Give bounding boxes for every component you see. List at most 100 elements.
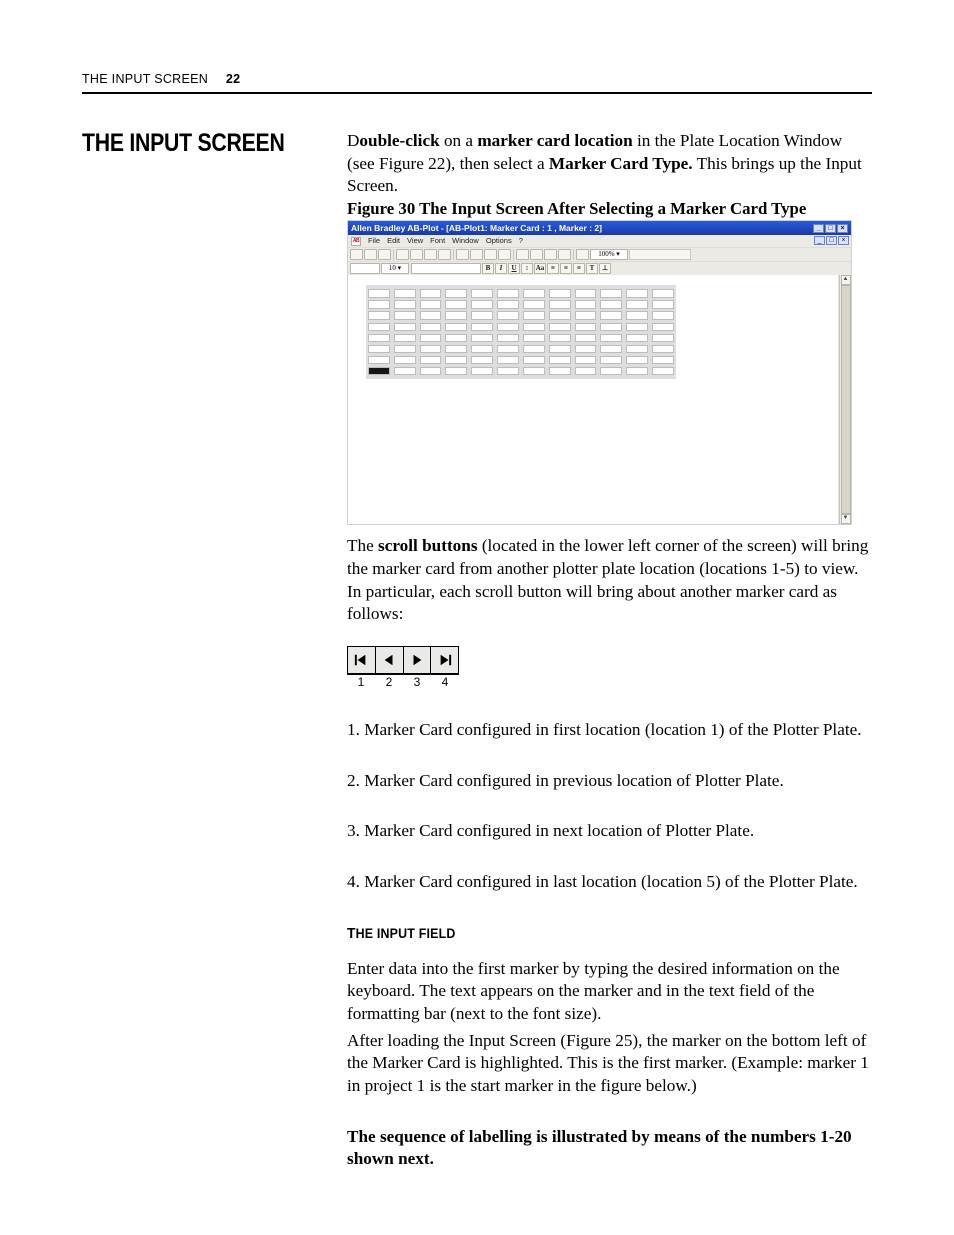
- marker-cell[interactable]: [497, 367, 519, 375]
- marker-cell[interactable]: [497, 300, 519, 308]
- marker-cell[interactable]: [471, 345, 493, 353]
- menu-options[interactable]: Options: [486, 236, 512, 246]
- toolbar-icon[interactable]: [364, 249, 377, 260]
- vertical-scrollbar[interactable]: ▲ ▼: [839, 275, 851, 524]
- marker-cell[interactable]: [652, 367, 674, 375]
- marker-cell[interactable]: [445, 356, 467, 364]
- marker-cell[interactable]: [445, 323, 467, 331]
- child-close-button[interactable]: ×: [838, 236, 849, 245]
- marker-cell[interactable]: [626, 323, 648, 331]
- marker-cell[interactable]: [394, 334, 416, 342]
- marker-cell[interactable]: [445, 334, 467, 342]
- minimize-button[interactable]: _: [813, 224, 824, 233]
- marker-cell[interactable]: [445, 345, 467, 353]
- marker-cell[interactable]: [600, 345, 622, 353]
- marker-cell[interactable]: [368, 300, 390, 308]
- marker-cell[interactable]: [368, 356, 390, 364]
- marker-cell[interactable]: [394, 323, 416, 331]
- marker-cell[interactable]: [575, 356, 597, 364]
- marker-cell[interactable]: [471, 334, 493, 342]
- marker-cell[interactable]: [523, 323, 545, 331]
- marker-cell[interactable]: [471, 300, 493, 308]
- marker-cell[interactable]: [394, 300, 416, 308]
- format-button[interactable]: T: [586, 263, 598, 274]
- marker-cell[interactable]: [523, 345, 545, 353]
- marker-cell[interactable]: [420, 323, 442, 331]
- marker-cell[interactable]: [420, 334, 442, 342]
- toolbar-icon[interactable]: [516, 249, 529, 260]
- toolbar-icon[interactable]: [378, 249, 391, 260]
- marker-cell[interactable]: [549, 334, 571, 342]
- underline-button[interactable]: U: [508, 263, 520, 274]
- marker-cell[interactable]: [497, 345, 519, 353]
- align-left-button[interactable]: ≡: [547, 263, 559, 274]
- fontsize-dropdown[interactable]: 10 ▾: [381, 263, 409, 274]
- marker-cell[interactable]: [575, 323, 597, 331]
- toolbar-icon[interactable]: [456, 249, 469, 260]
- marker-cell[interactable]: [420, 300, 442, 308]
- menu-font[interactable]: Font: [430, 236, 445, 246]
- marker-cell[interactable]: [626, 345, 648, 353]
- toolbar-icon[interactable]: [544, 249, 557, 260]
- marker-cell[interactable]: [497, 334, 519, 342]
- marker-cell[interactable]: [368, 334, 390, 342]
- marker-cell[interactable]: [575, 289, 597, 297]
- toolbar-icon[interactable]: [530, 249, 543, 260]
- marker-cell[interactable]: [368, 289, 390, 297]
- toolbar-icon[interactable]: [576, 249, 589, 260]
- marker-cell[interactable]: [420, 367, 442, 375]
- marker-cell[interactable]: [523, 367, 545, 375]
- marker-cell[interactable]: [368, 311, 390, 319]
- marker-cell[interactable]: [497, 289, 519, 297]
- marker-cell[interactable]: [420, 311, 442, 319]
- format-button[interactable]: ⊥: [599, 263, 611, 274]
- marker-cell[interactable]: [471, 356, 493, 364]
- marker-cell[interactable]: [471, 367, 493, 375]
- marker-cell[interactable]: [575, 367, 597, 375]
- marker-cell[interactable]: [549, 323, 571, 331]
- align-center-button[interactable]: ≡: [560, 263, 572, 274]
- format-button[interactable]: ↕: [521, 263, 533, 274]
- marker-cell[interactable]: [523, 356, 545, 364]
- toolbar-icon[interactable]: [484, 249, 497, 260]
- marker-cell[interactable]: [626, 311, 648, 319]
- marker-cell[interactable]: [575, 345, 597, 353]
- toolbar-icon[interactable]: [438, 249, 451, 260]
- marker-cell[interactable]: [420, 289, 442, 297]
- menu-window[interactable]: Window: [452, 236, 479, 246]
- menu-help[interactable]: ?: [519, 236, 523, 246]
- scroll-down-arrow-icon[interactable]: ▼: [841, 514, 851, 524]
- marker-cell[interactable]: [549, 311, 571, 319]
- marker-cell[interactable]: [497, 311, 519, 319]
- marker-cell[interactable]: [420, 356, 442, 364]
- marker-cell[interactable]: [471, 323, 493, 331]
- next-card-button[interactable]: [404, 647, 432, 673]
- marker-cell[interactable]: [368, 323, 390, 331]
- marker-cell[interactable]: [394, 345, 416, 353]
- menu-file[interactable]: File: [368, 236, 380, 246]
- maximize-button[interactable]: □: [825, 224, 836, 233]
- marker-cell[interactable]: [471, 289, 493, 297]
- marker-cell[interactable]: [575, 300, 597, 308]
- prev-card-button[interactable]: [376, 647, 404, 673]
- marker-cell[interactable]: [600, 323, 622, 331]
- menu-edit[interactable]: Edit: [387, 236, 400, 246]
- marker-cell[interactable]: [445, 300, 467, 308]
- marker-cell[interactable]: [549, 345, 571, 353]
- marker-cell[interactable]: [626, 334, 648, 342]
- marker-cell[interactable]: [549, 367, 571, 375]
- italic-button[interactable]: I: [495, 263, 507, 274]
- scroll-up-arrow-icon[interactable]: ▲: [841, 275, 851, 285]
- format-button[interactable]: Aa: [534, 263, 546, 274]
- marker-cell[interactable]: [575, 334, 597, 342]
- marker-cell[interactable]: [368, 367, 390, 375]
- marker-cell[interactable]: [394, 356, 416, 364]
- toolbar-icon[interactable]: [410, 249, 423, 260]
- marker-cell[interactable]: [652, 289, 674, 297]
- close-button[interactable]: ×: [837, 224, 848, 233]
- last-card-button[interactable]: [431, 647, 458, 673]
- marker-cell[interactable]: [600, 334, 622, 342]
- marker-cell[interactable]: [626, 300, 648, 308]
- marker-cell[interactable]: [600, 300, 622, 308]
- scrollbar-thumb[interactable]: [841, 285, 851, 514]
